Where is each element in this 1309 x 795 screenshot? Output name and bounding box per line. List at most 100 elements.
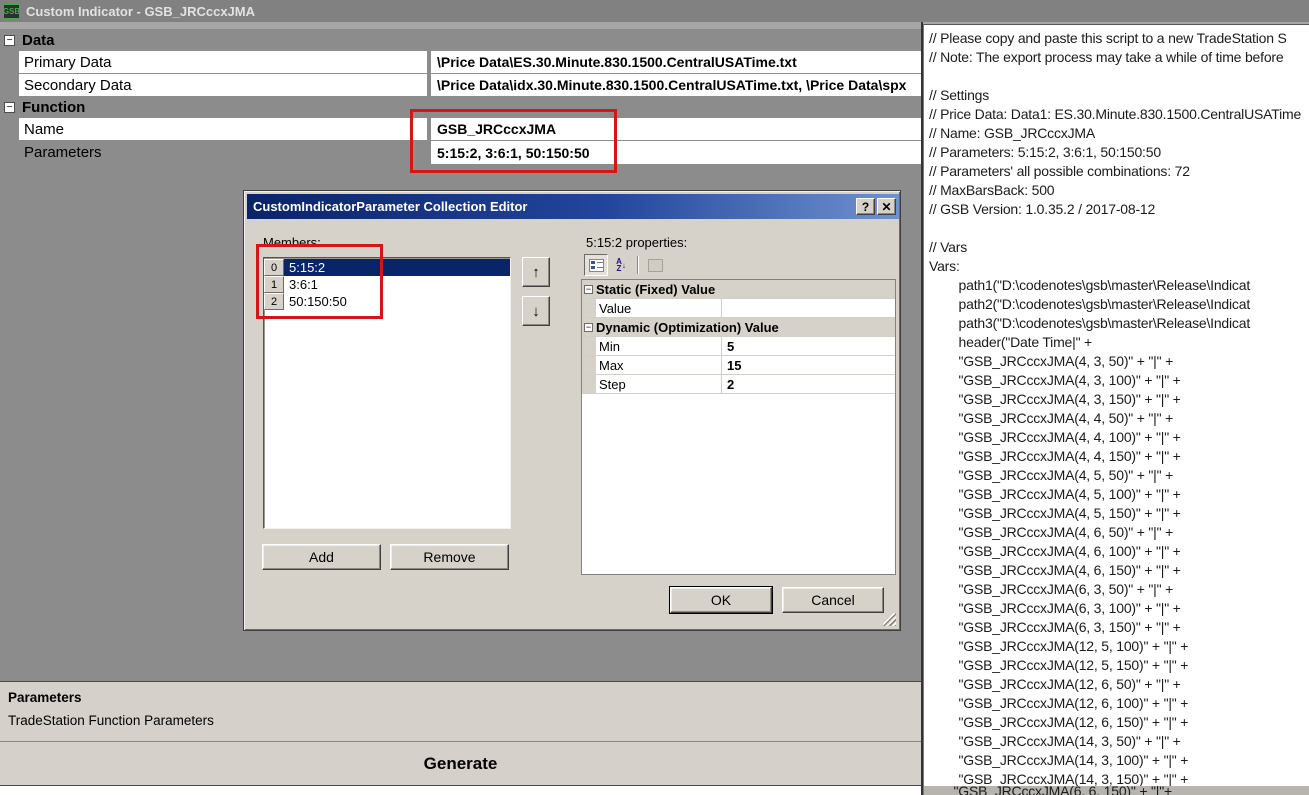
move-down-button[interactable]: ↓ [522,296,550,326]
member-index: 1 [264,276,284,293]
property-value-input[interactable]: 2 [722,375,895,393]
script-text-panel[interactable]: // Please copy and paste this script to … [923,24,1309,786]
section-header-data[interactable]: − Data [0,30,921,50]
member-item-1[interactable]: 1 3:6:1 [264,276,510,293]
script-line: // Note: The export process may take a w… [929,48,1309,67]
section-label: Data [22,32,55,49]
row-value-name[interactable]: GSB_JRCccxJMA [431,118,921,140]
script-line: header("Date Time|" + [929,333,1309,352]
member-item-2[interactable]: 2 50:150:50 [264,293,510,310]
window-title: Custom Indicator - GSB_JRCccxJMA [26,4,255,19]
dialog-titlebar: CustomIndicatorParameter Collection Edit… [247,194,899,219]
script-line: "GSB_JRCccxJMA(14, 3, 150)" + "|" + [929,770,1309,786]
window-titlebar: GSB Custom Indicator - GSB_JRCccxJMA [0,0,1309,22]
script-line: "GSB_JRCccxJMA(4, 3, 100)" + "|" + [929,371,1309,390]
close-button[interactable]: ✕ [877,198,896,215]
row-value-parameters[interactable]: 5:15:2, 3:6:1, 50:150:50 [431,141,921,164]
script-line: // Parameters: 5:15:2, 3:6:1, 50:150:50 [929,143,1309,162]
script-line: "GSB_JRCccxJMA(4, 6, 50)" + "|" + [929,523,1309,542]
row-value-primary-data[interactable]: \Price Data\ES.30.Minute.830.1500.Centra… [431,51,921,73]
members-listbox[interactable]: 0 5:15:2 1 3:6:1 2 50:150:50 [263,257,511,529]
property-pages-icon [648,259,663,272]
row-value-secondary-data[interactable]: \Price Data\idx.30.Minute.830.1500.Centr… [431,74,921,96]
row-label-secondary-data: Secondary Data [19,74,427,96]
script-line: "GSB_JRCccxJMA(4, 3, 150)" + "|" + [929,390,1309,409]
row-label-primary-data: Primary Data [19,51,427,73]
script-line: "GSB_JRCccxJMA(6, 3, 100)" + "|" + [929,599,1309,618]
script-line: // Settings [929,86,1309,105]
script-line: "GSB_JRCccxJMA(4, 5, 150)" + "|" + [929,504,1309,523]
collapse-icon[interactable]: − [584,323,593,332]
app-window: GSB Custom Indicator - GSB_JRCccxJMA − D… [0,0,1309,795]
script-line: "GSB_JRCccxJMA(6, 3, 150)" + "|" + [929,618,1309,637]
row-label-parameters: Parameters [19,141,427,164]
member-item-0[interactable]: 0 5:15:2 [264,259,510,276]
help-icon: ? [862,200,869,214]
script-line: "GSB_JRCccxJMA(14, 3, 100)" + "|" + [929,751,1309,770]
script-line: path1("D:\codenotes\gsb\master\Release\I… [929,276,1309,295]
script-line: "GSB_JRCccxJMA(4, 5, 100)" + "|" + [929,485,1309,504]
script-line: Vars: [929,257,1309,276]
category-dynamic-value[interactable]: − Dynamic (Optimization) Value [582,318,895,337]
collapse-icon[interactable]: − [4,35,15,46]
script-line: "GSB_JRCccxJMA(4, 4, 50)" + "|" + [929,409,1309,428]
category-label: Dynamic (Optimization) Value [596,318,779,336]
script-line: // Price Data: Data1: ES.30.Minute.830.1… [929,105,1309,124]
footer-description: TradeStation Function Parameters [8,713,214,728]
script-line: // MaxBarsBack: 500 [929,181,1309,200]
script-line: // GSB Version: 1.0.35.2 / 2017-08-12 [929,200,1309,219]
row-gutter [582,299,596,317]
property-label: Min [596,337,722,355]
member-text: 5:15:2 [284,259,510,276]
help-button[interactable]: ? [856,198,875,215]
script-line: "GSB_JRCccxJMA(6, 3, 50)" + "|" + [929,580,1309,599]
script-line: "GSB_JRCccxJMA(12, 6, 50)" + "|" + [929,675,1309,694]
script-line: "GSB_JRCccxJMA(4, 6, 100)" + "|" + [929,542,1309,561]
property-label: Step [596,375,722,393]
script-line: "GSB_JRCccxJMA(12, 5, 100)" + "|" + [929,637,1309,656]
alphabetical-sort-button[interactable]: AZ ↓ [609,254,633,276]
row-gutter [582,375,596,393]
property-value-input[interactable]: 15 [722,356,895,374]
remove-button[interactable]: Remove [390,544,509,570]
property-label: Value [596,299,722,317]
move-up-button[interactable]: ↑ [522,257,550,287]
ok-button[interactable]: OK [670,587,772,613]
script-line: path3("D:\codenotes\gsb\master\Release\I… [929,314,1309,333]
generate-button[interactable]: Generate [0,741,921,786]
cancel-button-label: Cancel [811,592,855,608]
down-arrow-icon: ↓ [532,303,540,320]
gsb-app-icon: GSB [3,4,20,19]
property-pages-button [643,254,667,276]
property-value-input[interactable] [722,299,895,317]
generate-button-label: Generate [424,754,498,774]
propertygrid-toolbar: AZ ↓ [584,253,667,277]
script-line: "GSB_JRCccxJMA(12, 6, 100)" + "|" + [929,694,1309,713]
script-line: // Please copy and paste this script to … [929,29,1309,48]
dialog-title: CustomIndicatorParameter Collection Edit… [253,199,528,214]
category-static-value[interactable]: − Static (Fixed) Value [582,280,895,299]
script-line [929,67,1309,86]
row-label-name: Name [19,118,427,140]
script-line: "GSB_JRCccxJMA(4, 3, 50)" + "|" + [929,352,1309,371]
member-text: 50:150:50 [284,293,510,310]
script-line: // Parameters' all possible combinations… [929,162,1309,181]
cancel-button[interactable]: Cancel [782,587,884,613]
script-line-clipped: "GSB_JRCccxJMA(6, 6, 150)" + "|"+ [924,786,1309,795]
collapse-icon[interactable]: − [584,285,593,294]
script-line [929,219,1309,238]
collapse-icon[interactable]: − [4,102,15,113]
member-index: 0 [264,259,284,276]
section-header-function[interactable]: − Function [0,97,921,117]
categorized-view-button[interactable] [584,254,608,276]
parameter-property-grid: − Static (Fixed) Value Value − Dynamic (… [581,279,896,575]
member-index: 2 [264,293,284,310]
property-row-value: Value [582,299,895,318]
property-value-input[interactable]: 5 [722,337,895,355]
property-label: Max [596,356,722,374]
resize-grip[interactable] [883,613,896,626]
property-row-max: Max 15 [582,356,895,375]
properties-label: 5:15:2 properties: [586,235,687,250]
script-line: path2("D:\codenotes\gsb\master\Release\I… [929,295,1309,314]
add-button[interactable]: Add [262,544,381,570]
